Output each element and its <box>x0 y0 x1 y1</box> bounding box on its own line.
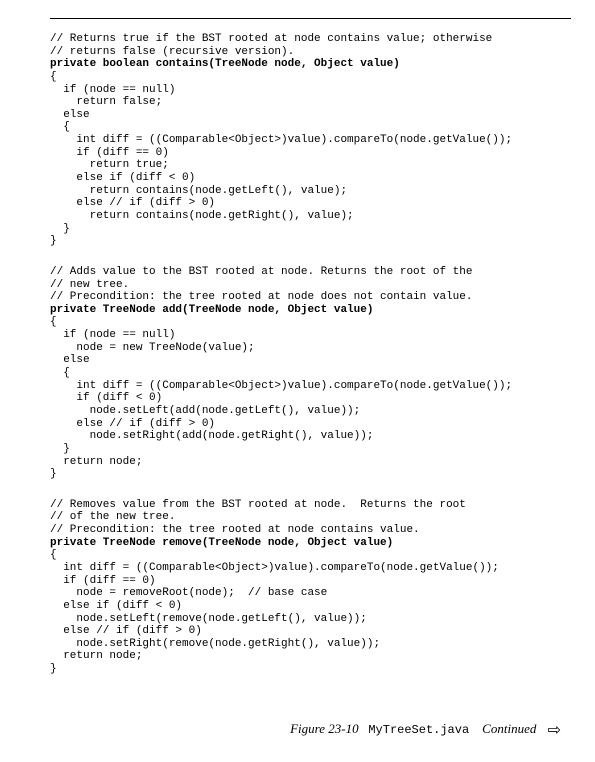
code-line: node.setLeft(add(node.getLeft(), value))… <box>50 405 571 418</box>
code-line: } <box>50 443 571 456</box>
code-line: // Adds value to the BST rooted at node.… <box>50 266 571 279</box>
figure-label: Figure 23-10 <box>290 721 358 736</box>
code-line: node.setRight(remove(node.getRight(), va… <box>50 638 571 651</box>
code-line: else // if (diff > 0) <box>50 197 571 210</box>
code-block-remove: // Removes value from the BST rooted at … <box>50 499 571 676</box>
code-line: else // if (diff > 0) <box>50 625 571 638</box>
code-line: { <box>50 549 571 562</box>
code-line: else if (diff < 0) <box>50 172 571 185</box>
code-block-add: // Adds value to the BST rooted at node.… <box>50 266 571 481</box>
code-line: else // if (diff > 0) <box>50 418 571 431</box>
code-line: return contains(node.getLeft(), value); <box>50 185 571 198</box>
code-line: node = new TreeNode(value); <box>50 342 571 355</box>
code-line: // Returns true if the BST rooted at nod… <box>50 33 571 46</box>
code-line: node.setRight(add(node.getRight(), value… <box>50 430 571 443</box>
code-line: else if (diff < 0) <box>50 600 571 613</box>
code-line: if (diff < 0) <box>50 392 571 405</box>
code-line: { <box>50 367 571 380</box>
code-line: } <box>50 223 571 236</box>
code-signature: private boolean contains(TreeNode node, … <box>50 58 571 71</box>
code-line: // Precondition: the tree rooted at node… <box>50 524 571 537</box>
continued-arrow-icon: ⇨ <box>548 722 561 740</box>
code-line: } <box>50 663 571 676</box>
code-line: // new tree. <box>50 279 571 292</box>
code-line: if (node == null) <box>50 84 571 97</box>
figure-filename: MyTreeSet.java <box>368 723 469 737</box>
code-line: { <box>50 121 571 134</box>
code-line: if (node == null) <box>50 329 571 342</box>
code-block-contains: // Returns true if the BST rooted at nod… <box>50 33 571 248</box>
code-signature: private TreeNode remove(TreeNode node, O… <box>50 537 571 550</box>
code-line: int diff = ((Comparable<Object>)value).c… <box>50 380 571 393</box>
code-line: node = removeRoot(node); // base case <box>50 587 571 600</box>
code-line: { <box>50 71 571 84</box>
code-line: return node; <box>50 456 571 469</box>
top-rule <box>50 18 571 19</box>
code-line: else <box>50 109 571 122</box>
code-line: // Precondition: the tree rooted at node… <box>50 291 571 304</box>
code-signature: private TreeNode add(TreeNode node, Obje… <box>50 304 571 317</box>
code-line: return contains(node.getRight(), value); <box>50 210 571 223</box>
code-line: return false; <box>50 96 571 109</box>
code-line: { <box>50 316 571 329</box>
code-line: return true; <box>50 159 571 172</box>
code-line: return node; <box>50 650 571 663</box>
code-line: if (diff == 0) <box>50 147 571 160</box>
code-line: // Removes value from the BST rooted at … <box>50 499 571 512</box>
code-line: int diff = ((Comparable<Object>)value).c… <box>50 134 571 147</box>
figure-caption: Figure 23-10 MyTreeSet.java Continued ⇨ <box>290 722 561 740</box>
code-line: // of the new tree. <box>50 511 571 524</box>
code-line: else <box>50 354 571 367</box>
code-line: // returns false (recursive version). <box>50 46 571 59</box>
code-line: int diff = ((Comparable<Object>)value).c… <box>50 562 571 575</box>
code-line: if (diff == 0) <box>50 575 571 588</box>
figure-continued: Continued <box>482 721 536 736</box>
code-line: } <box>50 468 571 481</box>
code-line: } <box>50 235 571 248</box>
code-line: node.setLeft(remove(node.getLeft(), valu… <box>50 613 571 626</box>
